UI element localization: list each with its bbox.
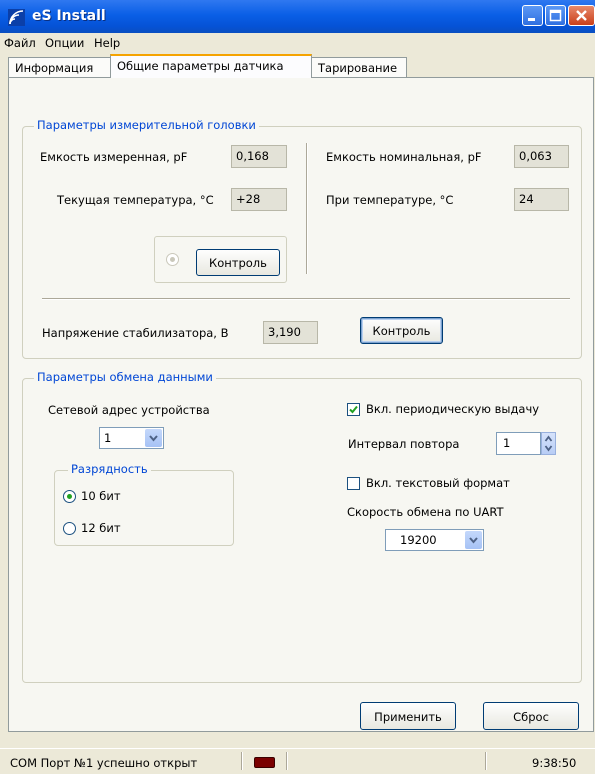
maximize-button[interactable] — [545, 5, 566, 26]
chevron-down-icon[interactable] — [465, 531, 482, 549]
menu-bar: Файл Опции Help — [0, 33, 595, 53]
bitness-group-title: Разрядность — [68, 462, 151, 476]
reset-button[interactable]: Сброс — [483, 702, 579, 730]
at-temperature-label: При температуре, °С — [326, 193, 454, 207]
stabilizer-control-button[interactable]: Контроль — [360, 317, 443, 344]
stabilizer-voltage-value: 3,190 — [263, 321, 318, 344]
network-address-select[interactable]: 1 — [99, 427, 164, 449]
repeat-interval-value: 1 — [503, 436, 511, 450]
periodic-output-label: Вкл. периодическую выдачу — [366, 402, 540, 416]
horizontal-divider — [42, 298, 570, 300]
chevron-down-icon[interactable] — [145, 429, 162, 447]
uart-speed-value: 19200 — [400, 533, 437, 547]
radio-10-bit-label: 10 бит — [81, 489, 121, 503]
head-control-button[interactable]: Контроль — [196, 249, 280, 276]
tab-label: Информация — [15, 61, 94, 75]
control-radio — [166, 253, 179, 266]
tab-label: Тарирование — [318, 61, 398, 75]
network-address-label: Сетевой адрес устройства — [48, 403, 210, 417]
text-format-checkbox[interactable] — [347, 477, 360, 490]
exchange-params-group-title: Параметры обмена данными — [34, 370, 216, 384]
window-title: eS Install — [32, 8, 106, 24]
close-icon — [576, 10, 587, 21]
radio-12-bit-label: 12 бит — [81, 521, 121, 535]
at-temperature-value: 24 — [514, 188, 569, 211]
spin-buttons[interactable] — [541, 432, 556, 455]
menu-options[interactable]: Опции — [45, 36, 84, 50]
current-temperature-value: +28 — [231, 188, 287, 211]
nominal-capacity-value: 0,063 — [514, 145, 569, 168]
chevron-up-icon — [544, 435, 553, 442]
status-time: 9:38:50 — [532, 756, 577, 770]
periodic-output-checkbox[interactable] — [347, 403, 360, 416]
uart-speed-select[interactable]: 19200 — [385, 529, 484, 551]
signal-waves-icon — [8, 9, 25, 26]
status-separator — [286, 752, 288, 770]
repeat-interval-label: Интервал повтора — [348, 437, 460, 451]
uart-speed-label: Скорость обмена по UART — [347, 505, 504, 519]
text-format-label: Вкл. текстовый формат — [366, 476, 510, 490]
current-temperature-label: Текущая температура, °С — [57, 193, 214, 207]
status-separator — [485, 752, 487, 770]
network-address-value: 1 — [104, 431, 112, 445]
checkmark-icon — [349, 405, 358, 414]
tab-label: Общие параметры датчика — [117, 59, 284, 73]
radio-12-bit[interactable] — [63, 522, 76, 535]
connection-led-indicator — [254, 757, 275, 768]
menu-help[interactable]: Help — [94, 36, 120, 50]
minimize-button[interactable] — [522, 5, 543, 26]
close-button[interactable] — [568, 5, 595, 26]
status-separator — [241, 752, 243, 770]
head-params-group-title: Параметры измерительной головки — [34, 118, 259, 132]
measured-capacity-value: 0,168 — [231, 145, 287, 168]
measured-capacity-label: Емкость измеренная, pF — [40, 150, 188, 164]
tab-calibration[interactable]: Тарирование — [311, 57, 407, 77]
menu-file[interactable]: Файл — [4, 36, 36, 50]
apply-button[interactable]: Применить — [360, 702, 456, 730]
vertical-divider — [306, 143, 308, 274]
status-message: COM Порт №1 успешно открыт — [10, 756, 198, 770]
radio-10-bit[interactable] — [63, 490, 76, 503]
title-bar[interactable]: eS Install — [0, 0, 595, 33]
stabilizer-voltage-label: Напряжение стабилизатора, В — [42, 326, 229, 340]
chevron-down-icon — [544, 445, 553, 452]
nominal-capacity-label: Емкость номинальная, pF — [326, 150, 482, 164]
tab-general-sensor-params[interactable]: Общие параметры датчика — [110, 54, 312, 78]
repeat-interval-spinner[interactable]: 1 — [496, 432, 541, 455]
tab-info[interactable]: Информация — [8, 57, 111, 77]
